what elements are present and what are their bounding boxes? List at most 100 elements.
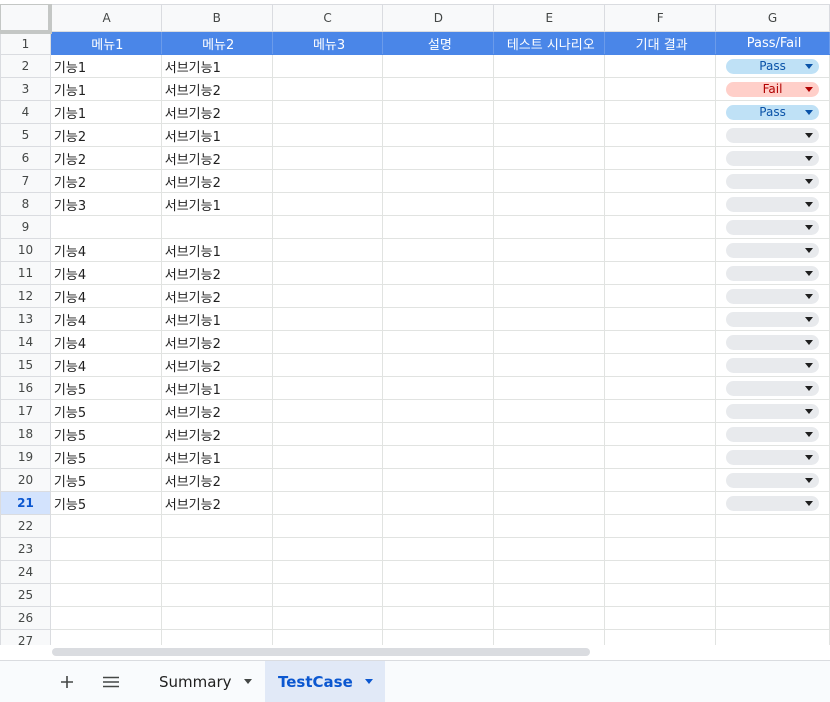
empty-cell[interactable] xyxy=(493,583,606,607)
empty-cell[interactable] xyxy=(493,399,606,423)
empty-cell[interactable] xyxy=(715,514,830,538)
empty-cell[interactable] xyxy=(271,307,384,331)
empty-cell[interactable] xyxy=(382,215,495,239)
cell-menu1[interactable]: 기능4 xyxy=(49,261,162,285)
cell-pass-fail[interactable] xyxy=(715,330,830,354)
empty-cell[interactable] xyxy=(49,606,162,630)
empty-cell[interactable] xyxy=(382,169,495,193)
cell-menu2[interactable]: 서브기능1 xyxy=(160,307,273,331)
row-header[interactable]: 12 xyxy=(0,284,51,308)
empty-cell[interactable] xyxy=(271,468,384,492)
empty-cell[interactable] xyxy=(382,238,495,262)
cell-menu2[interactable]: 서브기능2 xyxy=(160,468,273,492)
empty-cell[interactable] xyxy=(604,307,717,331)
cell-menu1[interactable]: 기능5 xyxy=(49,491,162,515)
empty-cell[interactable] xyxy=(715,583,830,607)
cell-pass-fail[interactable] xyxy=(715,491,830,515)
header-cell[interactable]: 기대 결과 xyxy=(604,31,717,55)
column-header-d[interactable]: D xyxy=(382,4,495,32)
column-header-c[interactable]: C xyxy=(271,4,384,32)
status-dropdown-chip[interactable] xyxy=(726,196,819,212)
row-header[interactable]: 7 xyxy=(0,169,51,193)
cell-menu2[interactable]: 서브기능2 xyxy=(160,100,273,124)
cell-pass-fail[interactable] xyxy=(715,399,830,423)
cell-pass-fail[interactable] xyxy=(715,238,830,262)
empty-cell[interactable] xyxy=(382,77,495,101)
empty-cell[interactable] xyxy=(604,146,717,170)
empty-cell[interactable] xyxy=(493,537,606,561)
empty-cell[interactable] xyxy=(493,307,606,331)
cell-menu1[interactable]: 기능2 xyxy=(49,169,162,193)
empty-cell[interactable] xyxy=(382,514,495,538)
status-dropdown-chip[interactable] xyxy=(726,403,819,419)
cell-menu2[interactable]: 서브기능2 xyxy=(160,146,273,170)
row-header[interactable]: 23 xyxy=(0,537,51,561)
empty-cell[interactable] xyxy=(604,445,717,469)
empty-cell[interactable] xyxy=(382,100,495,124)
cell-pass-fail[interactable] xyxy=(715,307,830,331)
status-dropdown-chip[interactable] xyxy=(726,380,819,396)
cell-menu1[interactable]: 기능4 xyxy=(49,307,162,331)
header-cell[interactable]: Pass/Fail xyxy=(715,31,830,55)
empty-cell[interactable] xyxy=(382,353,495,377)
empty-cell[interactable] xyxy=(493,376,606,400)
empty-cell[interactable] xyxy=(382,376,495,400)
empty-cell[interactable] xyxy=(271,514,384,538)
empty-cell[interactable] xyxy=(160,514,273,538)
header-cell[interactable]: 메뉴3 xyxy=(271,31,384,55)
chevron-down-icon[interactable] xyxy=(364,679,373,684)
empty-cell[interactable] xyxy=(493,123,606,147)
row-header[interactable]: 11 xyxy=(0,261,51,285)
empty-cell[interactable] xyxy=(604,123,717,147)
cell-pass-fail[interactable] xyxy=(715,284,830,308)
empty-cell[interactable] xyxy=(493,169,606,193)
status-dropdown-chip[interactable] xyxy=(726,127,819,143)
row-header[interactable]: 8 xyxy=(0,192,51,216)
row-header[interactable]: 10 xyxy=(0,238,51,262)
cell-menu2[interactable]: 서브기능2 xyxy=(160,284,273,308)
empty-cell[interactable] xyxy=(271,146,384,170)
row-header[interactable]: 15 xyxy=(0,353,51,377)
empty-cell[interactable] xyxy=(382,422,495,446)
empty-cell[interactable] xyxy=(493,54,606,78)
cell-pass-fail[interactable]: Fail xyxy=(715,77,830,101)
empty-cell[interactable] xyxy=(604,399,717,423)
empty-cell[interactable] xyxy=(604,284,717,308)
status-dropdown-chip[interactable]: Pass xyxy=(726,58,819,74)
row-header[interactable]: 14 xyxy=(0,330,51,354)
row-header[interactable]: 4 xyxy=(0,100,51,124)
cell-menu2[interactable]: 서브기능2 xyxy=(160,422,273,446)
empty-cell[interactable] xyxy=(382,468,495,492)
empty-cell[interactable] xyxy=(493,215,606,239)
status-dropdown-chip[interactable] xyxy=(726,288,819,304)
cell-menu2[interactable]: 서브기능2 xyxy=(160,399,273,423)
empty-cell[interactable] xyxy=(493,606,606,630)
empty-cell[interactable] xyxy=(382,491,495,515)
empty-cell[interactable] xyxy=(49,583,162,607)
header-cell[interactable]: 메뉴2 xyxy=(160,31,273,55)
empty-cell[interactable] xyxy=(493,77,606,101)
empty-cell[interactable] xyxy=(715,629,830,645)
status-dropdown-chip[interactable] xyxy=(726,449,819,465)
cell-menu2[interactable]: 서브기능1 xyxy=(160,238,273,262)
empty-cell[interactable] xyxy=(715,537,830,561)
empty-cell[interactable] xyxy=(49,537,162,561)
row-header[interactable]: 25 xyxy=(0,583,51,607)
cell-menu1[interactable]: 기능2 xyxy=(49,146,162,170)
cell-menu1[interactable]: 기능3 xyxy=(49,192,162,216)
empty-cell[interactable] xyxy=(493,192,606,216)
empty-cell[interactable] xyxy=(604,192,717,216)
empty-cell[interactable] xyxy=(604,261,717,285)
empty-cell[interactable] xyxy=(604,54,717,78)
cell-menu1[interactable]: 기능1 xyxy=(49,54,162,78)
cell-menu2[interactable]: 서브기능2 xyxy=(160,330,273,354)
empty-cell[interactable] xyxy=(493,468,606,492)
status-dropdown-chip[interactable] xyxy=(726,426,819,442)
cell-menu2[interactable]: 서브기능2 xyxy=(160,77,273,101)
empty-cell[interactable] xyxy=(271,192,384,216)
empty-cell[interactable] xyxy=(604,468,717,492)
cell-menu2[interactable]: 서브기능1 xyxy=(160,123,273,147)
cell-menu1[interactable]: 기능2 xyxy=(49,123,162,147)
empty-cell[interactable] xyxy=(493,445,606,469)
row-header[interactable]: 16 xyxy=(0,376,51,400)
